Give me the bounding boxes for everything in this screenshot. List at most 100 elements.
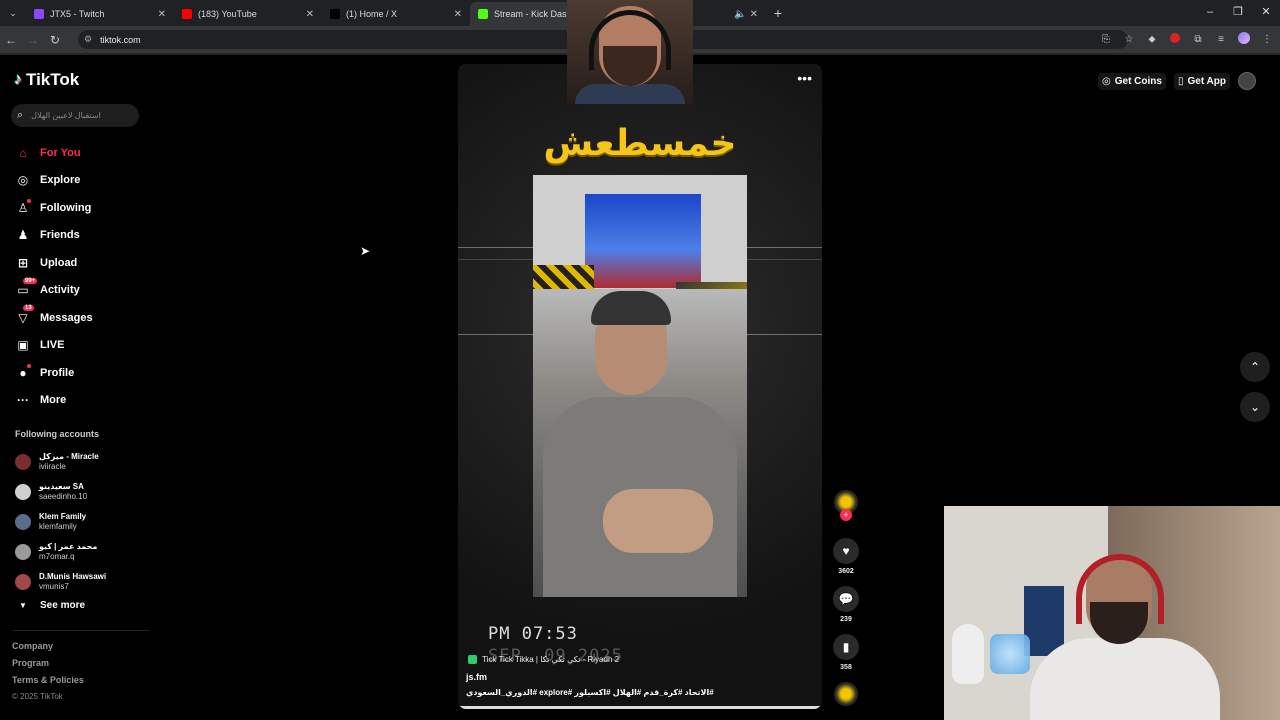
video-player[interactable]: ••• خمسطعش PM 07:53 SEP. 09 2025 Tick Ti… [458, 64, 822, 709]
tab-search-icon[interactable]: ⌄ [0, 0, 26, 26]
sidebar-nav: ⌂ For You ◎ Explore ♙ Following ♟ Friends ⊞ Uploa… [15, 139, 93, 414]
sidebar-item-activity[interactable]: ▭ Activity 99+ [15, 277, 93, 305]
sidebar-item-following[interactable]: ♙ Following [15, 194, 93, 222]
avatar [15, 544, 31, 560]
user-avatar[interactable] [1238, 72, 1256, 90]
tab-favicon-icon [330, 9, 340, 19]
sidebar-footer: Company Program Terms & Policies © 2025 … [12, 641, 84, 709]
browser-profile-icon[interactable] [1237, 32, 1251, 47]
account-name: سعيدينو SA [39, 482, 84, 491]
tab-close-icon[interactable]: ✕ [306, 9, 314, 20]
get-app-button[interactable]: ▯ Get App [1173, 72, 1230, 90]
tab-close-icon[interactable]: ✕ [158, 9, 166, 20]
site-info-icon[interactable]: ⚙ [84, 34, 92, 45]
video-progress-bar[interactable] [458, 706, 822, 709]
bookmark-icon[interactable]: ▮ [833, 634, 859, 660]
header-actions: ◎ Get Coins ▯ Get App [1098, 72, 1256, 90]
tab-title: (183) YouTube [198, 9, 257, 19]
see-more-button[interactable]: ▼ See more [15, 600, 85, 611]
new-dot-indicator [27, 199, 31, 203]
sidebar-item-label: Activity [40, 284, 80, 297]
messages-icon: ▽ [18, 310, 28, 325]
compass-icon: ◎ [17, 173, 29, 188]
mouse-cursor-icon: ➤ [360, 244, 371, 258]
following-account-item[interactable]: سعيدينو SA saeedinho.10 [15, 477, 106, 507]
browser-menu-icon[interactable]: ⋮ [1260, 34, 1274, 45]
install-icon[interactable]: ⎘ [1099, 34, 1113, 45]
maximize-icon[interactable]: ❐ [1224, 0, 1252, 26]
following-account-item[interactable]: ميركل - Miracle iviiracle [15, 447, 106, 477]
footer-company[interactable]: Company [12, 641, 84, 658]
footer-terms[interactable]: Terms & Policies [12, 675, 84, 692]
footer-program[interactable]: Program [12, 658, 84, 675]
video-author[interactable]: js.fm [466, 672, 487, 682]
extension-icon[interactable]: ⬥ [1145, 34, 1159, 45]
tab-title: JTX5 - Twitch [50, 9, 105, 19]
tiktok-logo[interactable]: ♪ TikTok [14, 70, 79, 90]
sidebar-item-label: Upload [40, 256, 78, 269]
browser-tab[interactable]: (183) YouTube ✕ [174, 2, 322, 26]
video-more-icon[interactable]: ••• [797, 70, 812, 86]
comment-icon[interactable]: 💬 [833, 586, 859, 612]
sidebar-item-profile[interactable]: ● Profile [15, 359, 93, 387]
minimize-icon[interactable]: – [1196, 0, 1224, 26]
bookmark-star-icon[interactable]: ☆ [1122, 34, 1136, 45]
video-timestamp: PM 07:53 [488, 624, 578, 644]
tab-close-icon[interactable]: ✕ [454, 9, 462, 20]
sidebar-item-label: More [40, 394, 67, 407]
close-window-icon[interactable]: ✕ [1252, 0, 1280, 26]
account-username: vmunis7 [39, 582, 69, 591]
browser-tab[interactable]: JTX5 - Twitch ✕ [26, 2, 174, 26]
account-username: iviiracle [39, 462, 66, 471]
following-account-item[interactable]: D.Munis Hawsawi vmunis7 [15, 567, 106, 597]
sidebar-item-more[interactable]: ··· More [15, 387, 93, 415]
friends-icon: ♟ [17, 228, 29, 243]
browser-toolbar: ⎘ ☆ ⬥ ⧉ ≡ ⋮ [1099, 32, 1274, 47]
reload-icon[interactable]: ↻ [44, 33, 66, 47]
webcam-poster [1024, 586, 1064, 656]
search-input[interactable]: ⌕ استقبال لاعبين الهلال [11, 104, 139, 127]
url-text: tiktok.com [100, 34, 141, 45]
tab-favicon-icon [34, 9, 44, 19]
new-dot-indicator [27, 364, 31, 368]
chevron-up-icon: ⌃ [1249, 360, 1261, 374]
like-heart-icon[interactable]: ♥ [833, 538, 859, 564]
notification-badge: 13 [23, 305, 34, 311]
video-collage-image [533, 175, 747, 597]
music-disc-icon[interactable] [834, 682, 858, 706]
comment-count: 239 [840, 616, 852, 623]
new-tab-button[interactable]: + [766, 5, 790, 21]
webcam-snowman [952, 624, 984, 684]
forward-icon[interactable]: → [22, 33, 44, 47]
speaker-hands [603, 489, 713, 553]
coin-icon: ◎ [1102, 75, 1111, 87]
chevron-down-icon: ▼ [19, 601, 27, 610]
account-text: سعيدينو SA saeedinho.10 [39, 482, 87, 502]
follow-plus-icon[interactable]: + [840, 509, 852, 521]
tab-audio-close-icon[interactable]: 🔈 ✕ [734, 9, 758, 20]
extensions-puzzle-icon[interactable]: ⧉ [1191, 34, 1205, 45]
media-controls-icon[interactable]: ≡ [1214, 34, 1228, 45]
sidebar-item-upload[interactable]: ⊞ Upload [15, 249, 93, 277]
sidebar-item-for-you[interactable]: ⌂ For You [15, 139, 93, 167]
video-hashtags[interactable]: #الاتحاد #كرة_قدم #الهلال #اكسبلور #expl… [466, 688, 714, 697]
account-name: محمد عمر | كيو [39, 542, 98, 551]
more-icon: ··· [17, 393, 29, 408]
sidebar-item-friends[interactable]: ♟ Friends [15, 222, 93, 250]
sidebar-item-explore[interactable]: ◎ Explore [15, 167, 93, 195]
creator-avatar[interactable]: + [834, 490, 858, 521]
account-text: محمد عمر | كيو m7omar.q [39, 542, 97, 562]
next-video-button[interactable]: ⌄ [1240, 392, 1270, 422]
record-extension-icon[interactable] [1168, 33, 1182, 46]
sidebar-item-label: For You [40, 146, 81, 159]
following-account-item[interactable]: محمد عمر | كيو m7omar.q [15, 537, 106, 567]
sidebar-item-messages[interactable]: ▽ Messages 13 [15, 304, 93, 332]
music-info[interactable]: Tick Tick Tikka | تكي تكي تكا - Riyadh 2 [468, 655, 619, 664]
sidebar-item-live[interactable]: ▣ LIVE [15, 332, 93, 360]
get-coins-button[interactable]: ◎ Get Coins [1098, 72, 1166, 90]
previous-video-button[interactable]: ⌃ [1240, 352, 1270, 382]
back-icon[interactable]: ← [0, 33, 22, 47]
speaker-photo [533, 289, 747, 597]
browser-tab[interactable]: (1) Home / X ✕ [322, 2, 470, 26]
following-account-item[interactable]: Klem Family klemfamily [15, 507, 106, 537]
